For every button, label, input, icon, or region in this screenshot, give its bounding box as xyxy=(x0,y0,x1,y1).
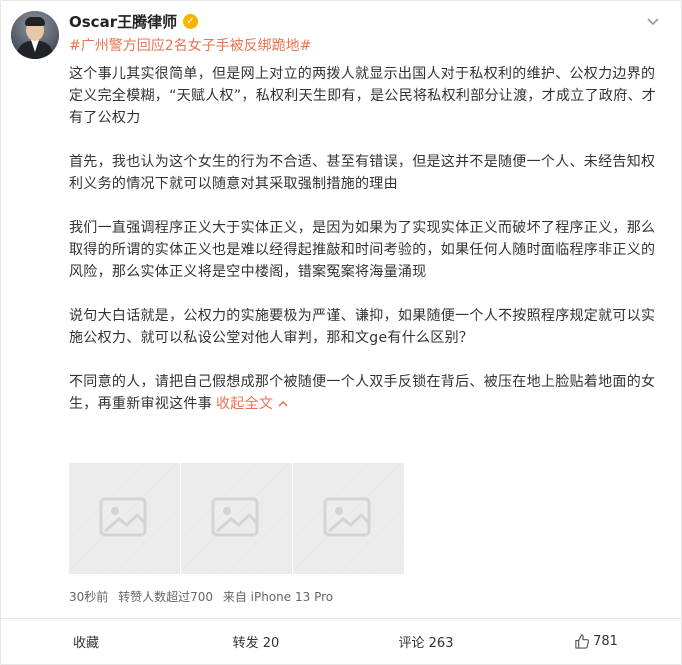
comment-label: 评论 263 xyxy=(398,636,454,651)
favorite-button[interactable]: 收藏 xyxy=(1,632,171,651)
paragraph: 这个事儿其实很简单，但是网上对立的两拨人就显示出国人对于私权利的维护、公权力边界… xyxy=(69,66,657,126)
chevron-down-icon[interactable] xyxy=(645,13,661,29)
image-placeholder-icon xyxy=(211,497,259,537)
image-thumbnail[interactable] xyxy=(69,463,180,574)
avatar[interactable] xyxy=(11,11,59,59)
image-grid xyxy=(69,463,404,574)
repost-label: 转发 20 xyxy=(232,636,280,651)
verified-badge-icon: ✓ xyxy=(183,14,199,29)
paragraph: 说句大白话就是，公权力的实施要极为严谨、谦抑，如果随便一个人不按照程序规定就可以… xyxy=(69,308,656,346)
repost-button[interactable]: 转发 20 xyxy=(171,632,341,651)
like-button[interactable]: 781 xyxy=(511,634,681,649)
post-source: 来自 iPhone 13 Pro xyxy=(222,590,334,604)
post-time[interactable]: 30秒前 xyxy=(69,590,108,604)
favorite-label: 收藏 xyxy=(72,636,99,651)
image-thumbnail[interactable] xyxy=(293,463,404,574)
collapse-button[interactable]: 收起全文 xyxy=(216,396,288,412)
image-placeholder-icon xyxy=(323,497,371,537)
weibo-post-card: Oscar王腾律师 ✓ #广州警方回应2名女子手被反绑跪地# 这个事儿其实很简单… xyxy=(0,0,682,665)
chevron-up-icon xyxy=(278,400,288,407)
avatar-hair xyxy=(25,17,45,26)
author-row: Oscar王腾律师 ✓ xyxy=(69,11,199,32)
topic-link[interactable]: #广州警方回应2名女子手被反绑跪地# xyxy=(69,35,311,55)
comment-button[interactable]: 评论 263 xyxy=(341,632,511,651)
post-meta: 30秒前 转赞人数超过700 来自 iPhone 13 Pro xyxy=(69,588,339,605)
paragraph-last: 不同意的人，请把自己假想成那个被随便一个人双手反锁在背后、被压在地上脸贴着地面的… xyxy=(69,371,659,415)
collapse-label: 收起全文 xyxy=(216,396,274,412)
paragraph-text: 不同意的人，请把自己假想成那个被随便一个人双手反锁在背后、被压在地上脸贴着地面的… xyxy=(69,374,656,412)
author-name[interactable]: Oscar王腾律师 xyxy=(69,11,177,32)
repost-stat: 转赞人数超过700 xyxy=(118,590,214,604)
paragraph: 我们一直强调程序正义大于实体正义，是因为如果为了实现实体正义而破坏了程序正义，那… xyxy=(69,220,656,280)
post-content: 这个事儿其实很简单，但是网上对立的两拨人就显示出国人对于私权利的维护、公权力边界… xyxy=(69,63,659,437)
image-placeholder-icon xyxy=(99,497,147,537)
paragraph: 首先，我也认为这个女生的行为不合适、甚至有错误，但是这并不是随便一个人、未经告知… xyxy=(69,154,656,192)
like-count: 781 xyxy=(593,634,618,649)
thumbs-up-icon xyxy=(575,634,590,649)
image-thumbnail[interactable] xyxy=(181,463,292,574)
action-bar: 收藏 转发 20 评论 263 781 xyxy=(1,619,681,664)
